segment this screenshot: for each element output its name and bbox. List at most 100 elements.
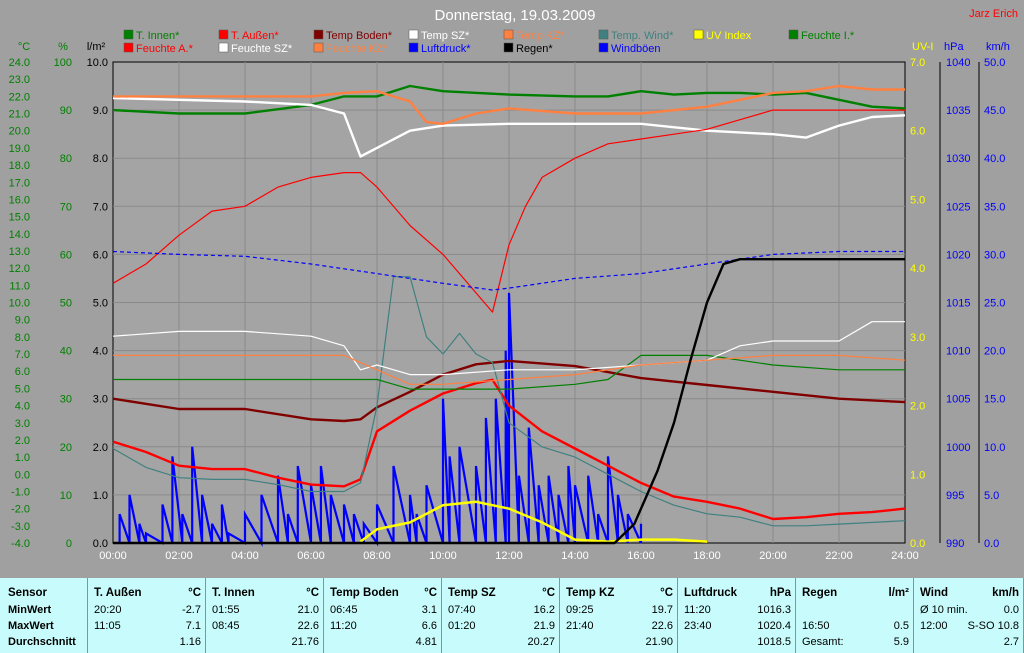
y-tick-label: -4.0: [11, 538, 30, 550]
summary-cell-value: 4.81: [415, 636, 437, 648]
summary-cell-label: 08:45: [212, 620, 240, 632]
summary-cell-value: 21.76: [291, 636, 319, 648]
summary-header: Luftdruck: [684, 587, 738, 599]
summary-cell-value: 1020.4: [757, 620, 791, 632]
summary-cell-value: 0.5: [893, 620, 909, 632]
x-tick-label: 22:00: [825, 550, 853, 562]
y-tick-label: 23.0: [9, 74, 30, 86]
y-tick-label: 10.0: [87, 57, 108, 69]
y-tick-label: 1020: [946, 249, 970, 261]
y-tick-label: 19.0: [9, 143, 30, 155]
summary-cell-label: Ø 10 min.: [920, 604, 968, 616]
x-tick-label: 16:00: [627, 550, 655, 562]
y-tick-label: 9.0: [15, 315, 30, 327]
summary-unit: km/h: [992, 587, 1019, 599]
summary-cell-label: MaxWert: [8, 620, 54, 632]
x-tick-label: 06:00: [297, 550, 325, 562]
summary-cell-label: 09:25: [566, 604, 594, 616]
summary-cell-label: 20:20: [94, 604, 122, 616]
summary-row: 08:45 22.6: [206, 620, 323, 635]
y-tick-label: 6.0: [910, 126, 925, 138]
summary-row: 11:05 7.1: [88, 620, 205, 635]
y-tick-label: 20.0: [984, 346, 1005, 358]
summary-column: Luftdruck hPa 11:20 1016.3 23:40 1020.4 1018.5: [678, 578, 796, 653]
legend-label: Temp KZ*: [516, 30, 565, 42]
y-tick-label: 1.0: [15, 452, 30, 464]
legend-label: Temp. Wind*: [611, 30, 674, 42]
summary-row: 07:40 16.2: [442, 604, 559, 619]
legend-label: Feuchte KZ*: [326, 43, 388, 55]
y-tick-label: -3.0: [11, 521, 30, 533]
summary-row: 4.81: [324, 636, 441, 651]
x-tick-label: 24:00: [891, 550, 919, 562]
legend-swatch: [123, 29, 134, 40]
summary-row: 1.16: [88, 636, 205, 651]
summary-cell-label: 07:40: [448, 604, 476, 616]
summary-row: 09:25 19.7: [560, 604, 677, 619]
legend-label: T. Außen*: [231, 30, 279, 42]
y-tick-label: 6.0: [93, 249, 108, 261]
summary-cell-label: 06:45: [330, 604, 358, 616]
legend-label: Regen*: [516, 43, 553, 55]
legend-label: Feuchte SZ*: [231, 43, 293, 55]
y-tick-label: 1.0: [93, 490, 108, 502]
y-tick-label: 0.0: [984, 538, 999, 550]
summary-cell-value: 6.6: [421, 620, 437, 632]
y-tick-label: 20: [60, 442, 72, 454]
summary-cell-value: -2.7: [182, 604, 201, 616]
summary-row: [796, 604, 913, 619]
summary-cell-label: Durchschnitt: [8, 636, 76, 648]
legend-swatch: [503, 42, 514, 53]
y-tick-label: 4.0: [910, 263, 925, 275]
y-tick-label: 7.0: [15, 349, 30, 361]
summary-row: Ø 10 min. 0.0: [914, 604, 1023, 619]
y-tick-label: 22.0: [9, 91, 30, 103]
legend-label: UV Index: [706, 30, 752, 42]
y-tick-label: 2.0: [93, 442, 108, 454]
y-tick-label: 15.0: [9, 212, 30, 224]
y-tick-label: 11.0: [9, 280, 30, 292]
summary-unit: °C: [188, 587, 201, 599]
legend-label: Feuchte I.*: [801, 30, 855, 42]
y-tick-label: 50: [60, 298, 72, 310]
summary-cell-label: 11:20: [684, 604, 711, 616]
axis-unit-label: km/h: [986, 41, 1010, 53]
summary-header: Regen: [802, 587, 838, 599]
y-tick-label: -2.0: [11, 504, 30, 516]
summary-cell-value: 5.9: [893, 636, 909, 648]
summary-cell-label: 12:00: [920, 620, 948, 632]
y-tick-label: 17.0: [9, 177, 30, 189]
y-tick-label: 21.0: [9, 109, 30, 121]
legend-swatch: [503, 29, 514, 40]
author-label: Jarz Erich: [969, 8, 1018, 20]
y-tick-label: 18.0: [9, 160, 30, 172]
summary-cell-value: 21.9: [533, 620, 555, 632]
summary-row: MaxWert: [0, 620, 87, 635]
summary-row: Gesamt: 5.9: [796, 636, 913, 651]
y-tick-label: 1015: [946, 298, 970, 310]
summary-cell-value: 22.6: [651, 620, 673, 632]
summary-unit: l/m²: [888, 587, 909, 599]
summary-header: Sensor: [8, 587, 47, 599]
legend-swatch: [313, 29, 324, 40]
summary-cell-value: 21.0: [297, 604, 319, 616]
legend-label: Feuchte A.*: [136, 43, 194, 55]
summary-row: 21:40 22.6: [560, 620, 677, 635]
y-tick-label: 35.0: [984, 201, 1005, 213]
y-tick-label: 25.0: [984, 298, 1005, 310]
legend-swatch: [218, 42, 229, 53]
summary-header: Temp SZ: [448, 587, 496, 599]
x-tick-label: 04:00: [231, 550, 259, 562]
y-tick-label: 14.0: [9, 229, 30, 241]
summary-cell-label: 11:20: [330, 620, 357, 632]
y-tick-label: 4.0: [15, 401, 30, 413]
y-tick-label: 80: [60, 153, 72, 165]
y-tick-label: 0: [66, 538, 72, 550]
summary-column: Wind km/h Ø 10 min. 0.0 12:00 S-SO 10.8 2.7: [914, 578, 1024, 653]
axis-unit-label: °C: [18, 41, 30, 53]
summary-cell-label: 23:40: [684, 620, 712, 632]
x-tick-label: 02:00: [165, 550, 193, 562]
summary-row: Durchschnitt: [0, 636, 87, 651]
axis-unit-label: UV-I: [912, 41, 933, 53]
summary-header: Wind: [920, 587, 948, 599]
